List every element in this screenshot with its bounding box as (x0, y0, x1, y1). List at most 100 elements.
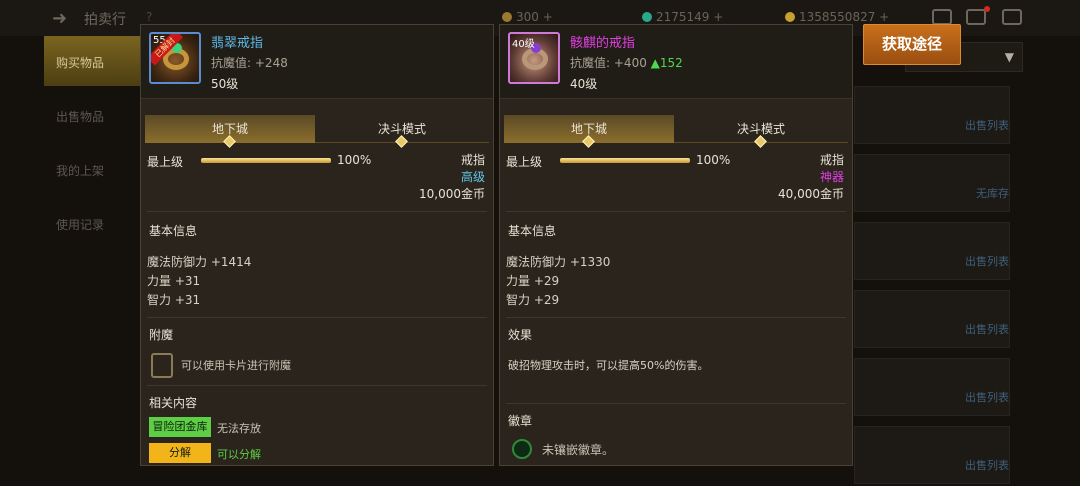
item-header: 55 已解封 翡翠戒指 抗魔值: +248 50级 (141, 25, 493, 99)
mode-tabs: 地下城 决斗模式 (504, 115, 848, 148)
ring-icon: 55 已解封 (149, 32, 201, 84)
divider (506, 317, 846, 318)
emblem-slot-icon (512, 439, 532, 459)
required-level: 50级 (211, 77, 239, 91)
chevron-down-icon: ▼ (1004, 50, 1014, 64)
tab-dungeon[interactable]: 地下城 (504, 115, 674, 148)
divider (147, 385, 487, 386)
divider (506, 403, 846, 404)
back-arrow-icon[interactable]: ➜ (52, 8, 67, 29)
tab-label: 决斗模式 (377, 122, 426, 136)
list-item-status: 出售列表 (965, 459, 1009, 472)
chat-icon[interactable] (1002, 9, 1022, 25)
item-rarity: 高级 (460, 170, 485, 184)
section-title-emblem: 徽章 (508, 414, 533, 428)
grade-bar-fill (201, 158, 331, 163)
divider (147, 317, 487, 318)
enchant-hint: 可以使用卡片进行附魔 (181, 359, 291, 372)
diamond-icon (223, 135, 236, 148)
stat-line: 魔法防御力 +1330 (506, 255, 611, 269)
item-price: 10,000金币 (419, 187, 485, 201)
sidebar-item-usage-log[interactable]: 使用记录 (44, 198, 140, 248)
list-item[interactable]: 出售列表 (854, 358, 1010, 416)
item-header: 40级 骸麒的戒指 抗魔值: +400 ▲152 40级 (500, 25, 852, 99)
magic-resist: 抗魔值: +248 (211, 54, 288, 71)
item-name: 翡翠戒指 (211, 36, 264, 51)
tab-duel[interactable]: 决斗模式 (676, 115, 846, 148)
tab-duel[interactable]: 决斗模式 (317, 115, 487, 148)
currency-3-value: 1358550827 (799, 10, 876, 24)
item-price: 40,000金币 (778, 187, 844, 201)
sidebar: 购买物品 出售物品 我的上架 使用记录 (44, 36, 140, 486)
sidebar-item-my-listings[interactable]: 我的上架 (44, 144, 140, 194)
list-item-status: 出售列表 (965, 255, 1009, 268)
effect-text: 破招物理攻击时，可以提高50%的伤害。 (508, 359, 709, 372)
shop-icon[interactable] (932, 9, 952, 25)
tab-label: 地下城 (570, 122, 607, 136)
currency-3-icon (785, 12, 795, 22)
badge-disassemble: 分解 (149, 443, 211, 463)
tab-dungeon[interactable]: 地下城 (145, 115, 315, 148)
mode-tabs: 地下城 决斗模式 (145, 115, 489, 148)
grade-label: 最上级 (506, 155, 543, 169)
list-item-status: 出售列表 (965, 119, 1009, 132)
guild-vault-note: 无法存放 (217, 422, 261, 435)
resist-diff: ▲152 (650, 56, 683, 70)
section-title-effect: 效果 (508, 328, 533, 342)
resist-label: 抗魔值: (211, 56, 252, 70)
grade-label: 最上级 (147, 155, 184, 169)
help-icon[interactable]: ? (146, 10, 152, 24)
currency-3: 1358550827 + (785, 10, 889, 24)
item-tooltip-right: 40级 骸麒的戒指 抗魔值: +400 ▲152 40级 地下城 决斗模式 最上… (499, 24, 853, 466)
ring-icon: 40级 (508, 32, 560, 84)
sidebar-item-buy[interactable]: 购买物品 (44, 36, 140, 86)
item-rarity: 神器 (819, 170, 844, 184)
section-title-enchant: 附魔 (149, 328, 174, 342)
list-item[interactable]: 无库存 (854, 154, 1010, 212)
resist-value: +248 (254, 56, 288, 70)
list-item[interactable]: 出售列表 (854, 86, 1010, 144)
stat-line: 智力 +29 (506, 293, 560, 307)
currency-1: 300 + (502, 10, 553, 24)
currency-1-icon (502, 12, 512, 22)
card-slot-icon[interactable] (151, 353, 173, 378)
list-item[interactable]: 出售列表 (854, 290, 1010, 348)
emblem-status: 未镶嵌徽章。 (542, 443, 615, 457)
diamond-icon (754, 135, 767, 148)
mail-icon[interactable] (966, 9, 986, 25)
diamond-icon (582, 135, 595, 148)
list-item-status: 出售列表 (965, 323, 1009, 336)
grade-bar (560, 158, 690, 163)
grade-bar-fill (560, 158, 690, 163)
list-item[interactable]: 出售列表 (854, 222, 1010, 280)
divider (147, 211, 487, 212)
tab-label: 地下城 (211, 122, 248, 136)
item-type: 戒指 (460, 153, 485, 167)
sidebar-item-sell[interactable]: 出售物品 (44, 90, 140, 140)
list-item-status: 出售列表 (965, 391, 1009, 404)
grade-bar (201, 158, 331, 163)
required-level: 40级 (570, 77, 598, 91)
item-tooltip-left: 55 已解封 翡翠戒指 抗魔值: +248 50级 地下城 决斗模式 最上级 1… (140, 24, 494, 466)
badge-guild-vault: 冒险团金库 (149, 417, 211, 437)
grade-percent: 100% (337, 153, 372, 167)
grade-percent: 100% (696, 153, 731, 167)
page-title: 拍卖行 (84, 12, 126, 28)
item-type: 戒指 (819, 153, 844, 167)
diamond-icon (395, 135, 408, 148)
resist-value: +400 (613, 56, 647, 70)
currency-2-value: 2175149 (656, 10, 710, 24)
section-title-basic: 基本信息 (149, 224, 198, 238)
icon-level: 40级 (512, 39, 535, 50)
get-source-button[interactable]: 获取途径 (863, 24, 961, 65)
stat-line: 智力 +31 (147, 293, 201, 307)
item-name: 骸麒的戒指 (570, 36, 636, 51)
currency-2-icon (642, 12, 652, 22)
section-title-basic: 基本信息 (508, 224, 557, 238)
currency-1-value: 300 (516, 10, 539, 24)
stat-line: 魔法防御力 +1414 (147, 255, 252, 269)
notification-dot (984, 6, 990, 12)
resist-label: 抗魔值: (570, 56, 611, 70)
list-item[interactable]: 出售列表 (854, 426, 1010, 484)
tab-label: 决斗模式 (736, 122, 785, 136)
